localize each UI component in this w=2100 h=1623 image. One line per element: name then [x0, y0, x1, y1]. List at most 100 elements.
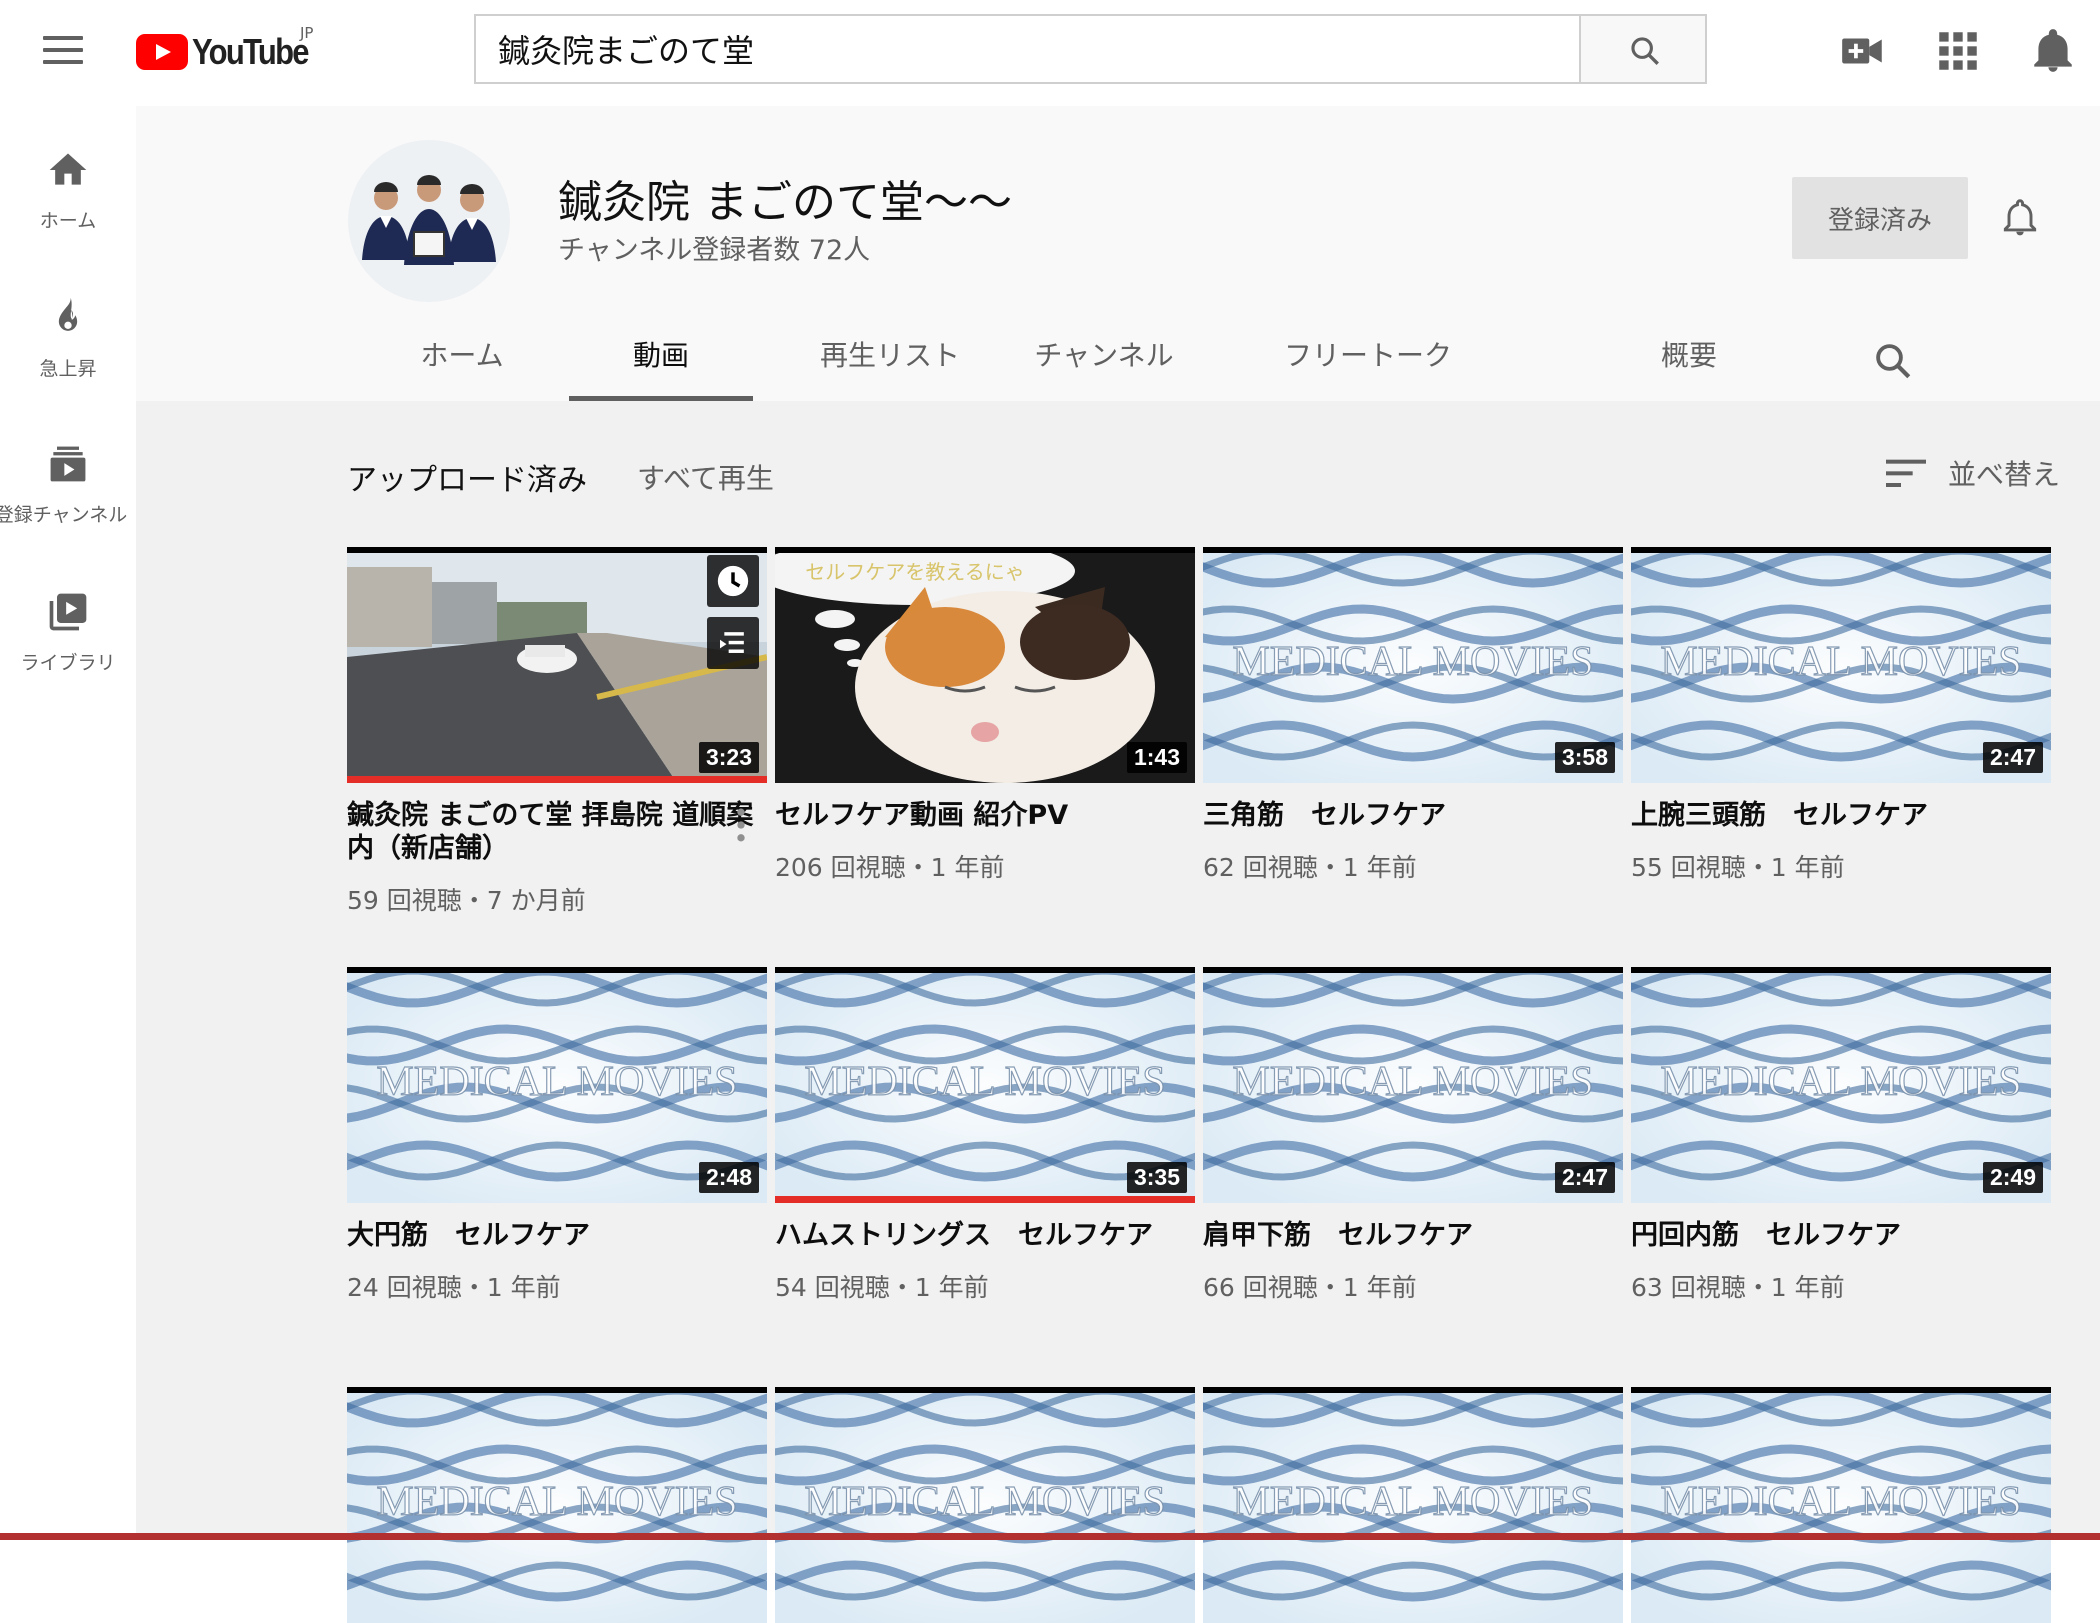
channel-notification-bell-icon[interactable] — [1998, 196, 2042, 240]
thumbnail-image: MEDICAL MOVIES — [347, 1387, 767, 1623]
video-meta: 24 回視聴・1 年前 — [347, 1273, 561, 1302]
video-card[interactable]: MEDICAL MOVIES 2:47 肩甲下筋 セルフケア 66 回視聴・1 … — [1203, 967, 1623, 1304]
svg-text:MEDICAL MOVIES: MEDICAL MOVIES — [804, 1059, 1165, 1105]
svg-text:MEDICAL MOVIES: MEDICAL MOVIES — [1232, 1479, 1593, 1525]
youtube-play-icon — [136, 34, 188, 70]
video-title[interactable]: 大円筋 セルフケア — [347, 1219, 767, 1252]
tab-playlists[interactable]: 再生リスト — [800, 318, 980, 401]
video-meta: 62 回視聴・1 年前 — [1203, 853, 1417, 882]
video-thumbnail[interactable]: MEDICAL MOVIES 2:47 — [1631, 547, 2051, 783]
video-card[interactable]: MEDICAL MOVIES — [1203, 1387, 1623, 1623]
svg-text:MEDICAL MOVIES: MEDICAL MOVIES — [1660, 1059, 2021, 1105]
svg-text:MEDICAL MOVIES: MEDICAL MOVIES — [1232, 1059, 1593, 1105]
video-thumbnail[interactable]: MEDICAL MOVIES 3:35 — [775, 967, 1195, 1203]
video-thumbnail[interactable]: MEDICAL MOVIES — [775, 1387, 1195, 1623]
video-card[interactable]: 3:23 鍼灸院 まごのて堂 拝島院 道順案内（新店舗） 59 回視聴・7 か月… — [347, 547, 767, 917]
video-card[interactable]: MEDICAL MOVIES — [775, 1387, 1195, 1623]
video-thumbnail[interactable]: 3:23 — [347, 547, 767, 783]
svg-text:MEDICAL MOVIES: MEDICAL MOVIES — [1660, 639, 2021, 685]
video-card[interactable]: MEDICAL MOVIES 2:47 上腕三頭筋 セルフケア 55 回視聴・1… — [1631, 547, 2051, 884]
watch-later-icon[interactable] — [707, 555, 759, 607]
video-title[interactable]: 三角筋 セルフケア — [1203, 799, 1623, 832]
video-card[interactable]: MEDICAL MOVIES — [347, 1387, 767, 1623]
video-card[interactable]: MEDICAL MOVIES — [1631, 1387, 2051, 1623]
sidebar-item-subscriptions[interactable]: 登録チャンネル — [0, 442, 136, 562]
thumbnail-image: MEDICAL MOVIES — [1203, 1387, 1623, 1623]
region-code: JP — [300, 24, 314, 42]
video-meta: 59 回視聴・7 か月前 — [347, 886, 586, 915]
video-card[interactable]: MEDICAL MOVIES 3:35 ハムストリングス セルフケア 54 回視… — [775, 967, 1195, 1304]
video-duration: 1:43 — [1126, 742, 1187, 773]
tab-videos[interactable]: 動画 — [569, 318, 753, 401]
video-thumbnail[interactable]: セルフケアを教えるにゃ 1:43 — [775, 547, 1195, 783]
video-meta: 206 回視聴・1 年前 — [775, 853, 1005, 882]
page-bottom-edge — [0, 1533, 2100, 1540]
video-grid-section: アップロード済み すべて再生 並べ替え 3:23 鍼灸院 まごのて堂 拝島院 道… — [136, 401, 2100, 1623]
sidebar-item-label: ライブラリ — [20, 652, 116, 674]
video-title[interactable]: ハムストリングス セルフケア — [775, 1219, 1195, 1252]
sort-icon — [1886, 459, 1926, 487]
tab-about[interactable]: 概要 — [1646, 318, 1732, 401]
search-icon — [1631, 37, 1659, 65]
video-duration: 3:23 — [698, 742, 759, 773]
youtube-logo[interactable]: YouTube — [136, 30, 327, 74]
thumbnail-image: MEDICAL MOVIES — [775, 1387, 1195, 1623]
create-video-icon[interactable] — [1838, 26, 1888, 76]
channel-search-icon[interactable] — [1872, 340, 1914, 382]
video-title[interactable]: 円回内筋 セルフケア — [1631, 1219, 2051, 1252]
notifications-bell-icon[interactable] — [2028, 26, 2078, 76]
thumbnail-image: MEDICAL MOVIES — [1631, 1387, 2051, 1623]
more-options-icon[interactable] — [729, 803, 753, 847]
top-bar: YouTube JP — [0, 0, 2100, 106]
sort-label: 並べ替え — [1948, 458, 2061, 491]
video-duration: 2:47 — [1554, 1162, 1615, 1193]
video-card[interactable]: MEDICAL MOVIES 2:49 円回内筋 セルフケア 63 回視聴・1 … — [1631, 967, 2051, 1304]
video-meta: 66 回視聴・1 年前 — [1203, 1273, 1417, 1302]
tab-discussion[interactable]: フリートーク — [1250, 318, 1486, 401]
channel-title: 鍼灸院 まごのて堂〜〜 — [558, 177, 1012, 228]
subscribed-button[interactable]: 登録済み — [1792, 177, 1968, 259]
video-title[interactable]: 上腕三頭筋 セルフケア — [1631, 799, 2051, 832]
video-thumbnail[interactable]: MEDICAL MOVIES — [347, 1387, 767, 1623]
play-all-link[interactable]: すべて再生 — [637, 457, 774, 497]
library-icon — [49, 593, 87, 631]
sidebar-item-label: ホーム — [39, 210, 97, 232]
logo-text: YouTube — [192, 31, 310, 72]
svg-text:MEDICAL MOVIES: MEDICAL MOVIES — [1660, 1479, 2021, 1525]
video-title[interactable]: セルフケア動画 紹介PV — [775, 799, 1195, 832]
sidebar-item-home[interactable]: ホーム — [0, 148, 136, 268]
add-to-queue-icon[interactable] — [707, 617, 759, 669]
tab-home[interactable]: ホーム — [392, 318, 532, 401]
video-duration: 2:47 — [1982, 742, 2043, 773]
video-thumbnail[interactable]: MEDICAL MOVIES 2:47 — [1203, 967, 1623, 1203]
video-meta: 55 回視聴・1 年前 — [1631, 853, 1845, 882]
video-thumbnail[interactable]: MEDICAL MOVIES — [1631, 1387, 2051, 1623]
channel-avatar[interactable] — [348, 140, 510, 302]
tab-channels[interactable]: チャンネル — [1007, 318, 1201, 401]
sidebar-item-trending[interactable]: 急上昇 — [0, 296, 136, 416]
channel-header: 鍼灸院 まごのて堂〜〜 チャンネル登録者数 72人 登録済み ホーム 動画 再生… — [136, 106, 2100, 401]
sidebar-item-library[interactable]: ライブラリ — [0, 590, 136, 710]
video-title[interactable]: 肩甲下筋 セルフケア — [1203, 1219, 1623, 1252]
video-card[interactable]: セルフケアを教えるにゃ 1:43 セルフケア動画 紹介PV 206 回視聴・1 … — [775, 547, 1195, 884]
video-duration: 2:49 — [1982, 1162, 2043, 1193]
svg-text:セルフケアを教えるにゃ: セルフケアを教えるにゃ — [805, 560, 1024, 584]
video-thumbnail[interactable]: MEDICAL MOVIES 2:48 — [347, 967, 767, 1203]
search-button[interactable] — [1579, 14, 1707, 84]
sidebar-item-label: 登録チャンネル — [0, 504, 128, 526]
hamburger-menu-icon[interactable] — [43, 36, 83, 66]
video-title[interactable]: 鍼灸院 まごのて堂 拝島院 道順案内（新店舗） — [347, 799, 767, 865]
subscriber-count: チャンネル登録者数 72人 — [558, 235, 871, 266]
video-card[interactable]: MEDICAL MOVIES 2:48 大円筋 セルフケア 24 回視聴・1 年… — [347, 967, 767, 1304]
svg-text:MEDICAL MOVIES: MEDICAL MOVIES — [1232, 639, 1593, 685]
video-duration: 3:35 — [1126, 1162, 1187, 1193]
home-icon — [49, 153, 87, 185]
watch-progress-bar — [775, 1196, 1195, 1203]
video-thumbnail[interactable]: MEDICAL MOVIES — [1203, 1387, 1623, 1623]
video-thumbnail[interactable]: MEDICAL MOVIES 3:58 — [1203, 547, 1623, 783]
svg-text:MEDICAL MOVIES: MEDICAL MOVIES — [376, 1059, 737, 1105]
apps-grid-icon[interactable] — [1933, 26, 1983, 76]
search-input[interactable] — [476, 16, 1580, 82]
video-thumbnail[interactable]: MEDICAL MOVIES 2:49 — [1631, 967, 2051, 1203]
video-card[interactable]: MEDICAL MOVIES 3:58 三角筋 セルフケア 62 回視聴・1 年… — [1203, 547, 1623, 884]
